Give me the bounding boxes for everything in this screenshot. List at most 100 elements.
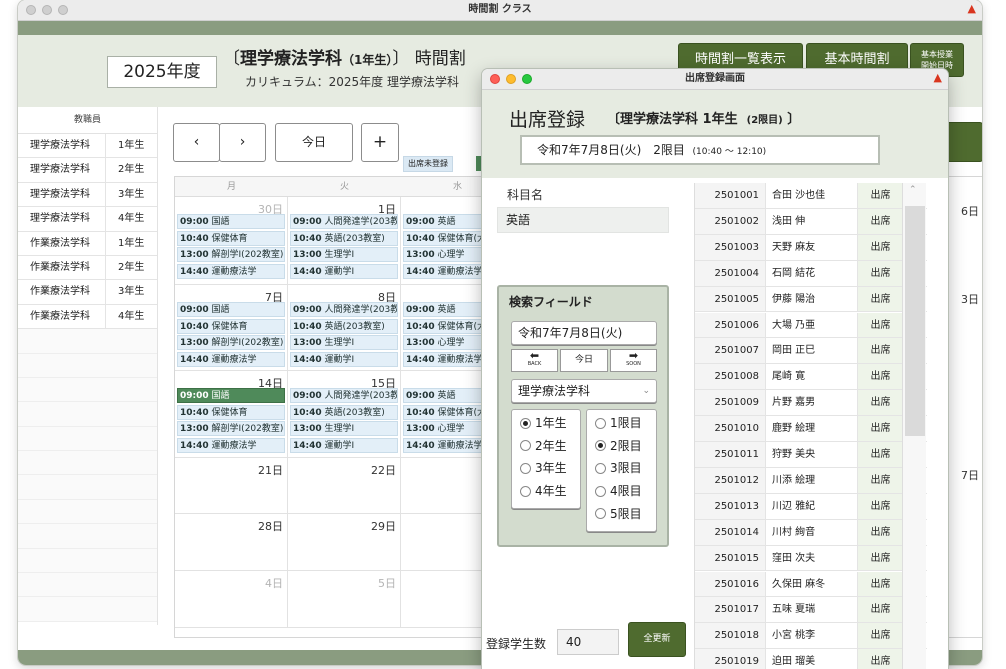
attendance-status[interactable]: 出席 — [857, 364, 903, 390]
attendance-status[interactable]: 出席 — [857, 545, 903, 571]
class-event[interactable]: 10:40 保健体育 — [177, 230, 285, 246]
scroll-up-icon[interactable]: ⌃ — [909, 185, 917, 195]
today-button[interactable]: 今日 — [275, 123, 353, 162]
attendance-status[interactable]: 出席 — [857, 493, 903, 519]
roster-scrollbar[interactable]: ⌃ — [902, 183, 926, 669]
class-event[interactable]: 13:00 解剖学I(202教室) — [177, 247, 285, 262]
radio-button[interactable] — [520, 417, 531, 429]
right-edge-button[interactable] — [943, 122, 982, 162]
soon-button[interactable]: ➡ SOON — [610, 349, 657, 372]
dialog-close-dot[interactable] — [490, 74, 500, 84]
next-button[interactable]: › — [219, 123, 266, 162]
grade-option[interactable]: 4年生 — [520, 480, 567, 502]
student-row[interactable]: 2501016 久保田 麻冬 出席 — [695, 571, 927, 598]
radio-button[interactable] — [595, 462, 606, 474]
class-event[interactable]: 13:00 生理学I — [290, 421, 398, 436]
student-row[interactable]: 2501017 五味 夏瑞 出席 — [695, 597, 927, 624]
day-cell[interactable]: 30日 09:00 国語 10:40 保健体育 13:00 解剖学I(202教室) 14… — [175, 197, 288, 285]
add-button[interactable]: + — [361, 123, 399, 162]
window-controls[interactable] — [26, 5, 68, 15]
student-row[interactable]: 2501006 大場 乃亜 出席 — [695, 312, 927, 339]
attendance-status[interactable]: 出席 — [857, 623, 903, 649]
day-cell[interactable]: 5日 — [288, 571, 401, 628]
class-event[interactable]: 09:00 国語 — [177, 214, 285, 229]
class-event[interactable]: 10:40 英語(203教室) — [290, 404, 398, 420]
class-event[interactable]: 09:00 国語 — [177, 302, 285, 317]
search-date-field[interactable]: 令和7年7月8日(火) — [511, 321, 657, 345]
sidebar-item[interactable]: 作業療法学科 4年生 — [18, 304, 157, 330]
sidebar-item[interactable]: 作業療法学科 1年生 — [18, 231, 157, 256]
minimize-dot[interactable] — [42, 5, 52, 15]
day-cell[interactable]: 28日 — [175, 514, 288, 571]
attendance-status[interactable]: 出席 — [857, 390, 903, 416]
grade-option[interactable]: 3年生 — [520, 457, 567, 479]
student-row[interactable]: 2501015 窪田 次夫 出席 — [695, 545, 927, 572]
dialog-window-controls[interactable] — [490, 74, 532, 84]
class-event[interactable]: 10:40 英語(203教室) — [290, 230, 398, 246]
period-option[interactable]: 4限目 — [595, 480, 642, 502]
attendance-status[interactable]: 出席 — [857, 234, 903, 260]
student-row[interactable]: 2501010 鹿野 絵理 出席 — [695, 416, 927, 442]
student-row[interactable]: 2501013 川辺 雅紀 出席 — [695, 493, 927, 520]
class-event[interactable]: 14:40 運動療法学 — [177, 263, 285, 279]
attendance-status[interactable]: 出席 — [857, 260, 903, 286]
period-option[interactable]: 1限目 — [595, 412, 642, 434]
attendance-status[interactable]: 出席 — [857, 467, 903, 493]
attendance-status[interactable]: 出席 — [857, 312, 903, 338]
day-cell[interactable]: 7日 09:00 国語 10:40 保健体育 13:00 解剖学I(202教室) 14:… — [175, 285, 288, 371]
day-cell[interactable]: 22日 — [288, 458, 401, 514]
student-row[interactable]: 2501014 川村 絢音 出席 — [695, 519, 927, 546]
radio-button[interactable] — [520, 485, 531, 497]
student-row[interactable]: 2501008 尾崎 寛出席 — [695, 364, 927, 391]
sidebar-item[interactable]: 理学療法学科 4年生 — [18, 207, 157, 232]
student-row[interactable]: 2501019 迫田 瑠美 出席 — [695, 649, 927, 669]
class-event[interactable]: 10:40 保健体育 — [177, 404, 285, 420]
attendance-status[interactable]: 出席 — [857, 571, 903, 597]
scroll-thumb[interactable] — [905, 206, 925, 436]
dept-select[interactable]: 理学療法学科 ⌄ — [511, 379, 657, 403]
sidebar-header[interactable]: 教職員 — [18, 107, 157, 134]
dialog-minimize-dot[interactable] — [506, 74, 516, 84]
class-event[interactable]: 14:40 運動療法学 — [177, 437, 285, 453]
student-row[interactable]: 2501002 浅田 伸出席 — [695, 208, 927, 235]
sidebar-item[interactable]: 作業療法学科 2年生 — [18, 255, 157, 281]
day-cell[interactable]: 1日09:00 人間発達学(203教室)10:40 英語(203教室)13:00… — [288, 197, 401, 285]
class-event[interactable]: 09:00 国語 — [177, 388, 285, 403]
attendance-status[interactable]: 出席 — [857, 597, 903, 623]
student-row[interactable]: 2501018 小宮 桃李 出席 — [695, 623, 927, 650]
student-row[interactable]: 2501009 片野 嘉男 出席 — [695, 390, 927, 417]
student-row[interactable]: 2501001 合田 沙也佳 出席 — [695, 183, 927, 209]
update-all-button[interactable]: 全更新 — [628, 622, 686, 657]
radio-button[interactable] — [595, 440, 606, 452]
period-option[interactable]: 2限目 — [595, 435, 642, 457]
class-event[interactable]: 14:40 運動学I — [290, 263, 398, 279]
attendance-status[interactable]: 出席 — [857, 442, 903, 467]
class-event[interactable]: 14:40 運動学I — [290, 351, 398, 367]
grade-option[interactable]: 1年生 — [520, 412, 567, 434]
student-row[interactable]: 2501011 狩野 美央 出席 — [695, 442, 927, 468]
search-today-button[interactable]: 今日 — [560, 349, 608, 372]
sidebar-item[interactable]: 理学療法学科 3年生 — [18, 182, 157, 208]
radio-button[interactable] — [520, 440, 531, 452]
radio-button[interactable] — [595, 417, 606, 429]
class-event[interactable]: 14:40 運動学I — [290, 437, 398, 453]
back-button[interactable]: ⬅ BACK — [511, 349, 558, 372]
class-event[interactable]: 13:00 解剖学I(202教室) — [177, 335, 285, 350]
day-cell[interactable]: 21日 — [175, 458, 288, 514]
day-cell[interactable]: 29日 — [288, 514, 401, 571]
day-cell[interactable]: 8日09:00 人間発達学(203教室)10:40 英語(203教室)13:00… — [288, 285, 401, 371]
class-event[interactable]: 09:00 人間発達学(203教室) — [290, 214, 398, 229]
radio-button[interactable] — [595, 508, 606, 520]
student-row[interactable]: 2501005 伊藤 陽治 出席 — [695, 286, 927, 313]
attendance-status[interactable]: 出席 — [857, 416, 903, 441]
radio-button[interactable] — [520, 462, 531, 474]
student-row[interactable]: 2501004 石岡 結花 出席 — [695, 260, 927, 287]
sidebar-item[interactable]: 理学療法学科 1年生 — [18, 134, 157, 159]
prev-button[interactable]: ‹ — [173, 123, 220, 162]
subject-field[interactable]: 英語 — [497, 207, 669, 233]
day-cell[interactable]: 15日09:00 人間発達学(203教室)10:40 英語(203教室)13:0… — [288, 371, 401, 458]
student-row[interactable]: 2501003 天野 麻友 出席 — [695, 234, 927, 261]
class-event[interactable]: 14:40 運動療法学 — [177, 351, 285, 367]
day-cell[interactable]: 14日 09:00 国語 10:40 保健体育 13:00 解剖学I(202教室) 14… — [175, 371, 288, 458]
student-row[interactable]: 2501012 川添 絵理 出席 — [695, 467, 927, 494]
